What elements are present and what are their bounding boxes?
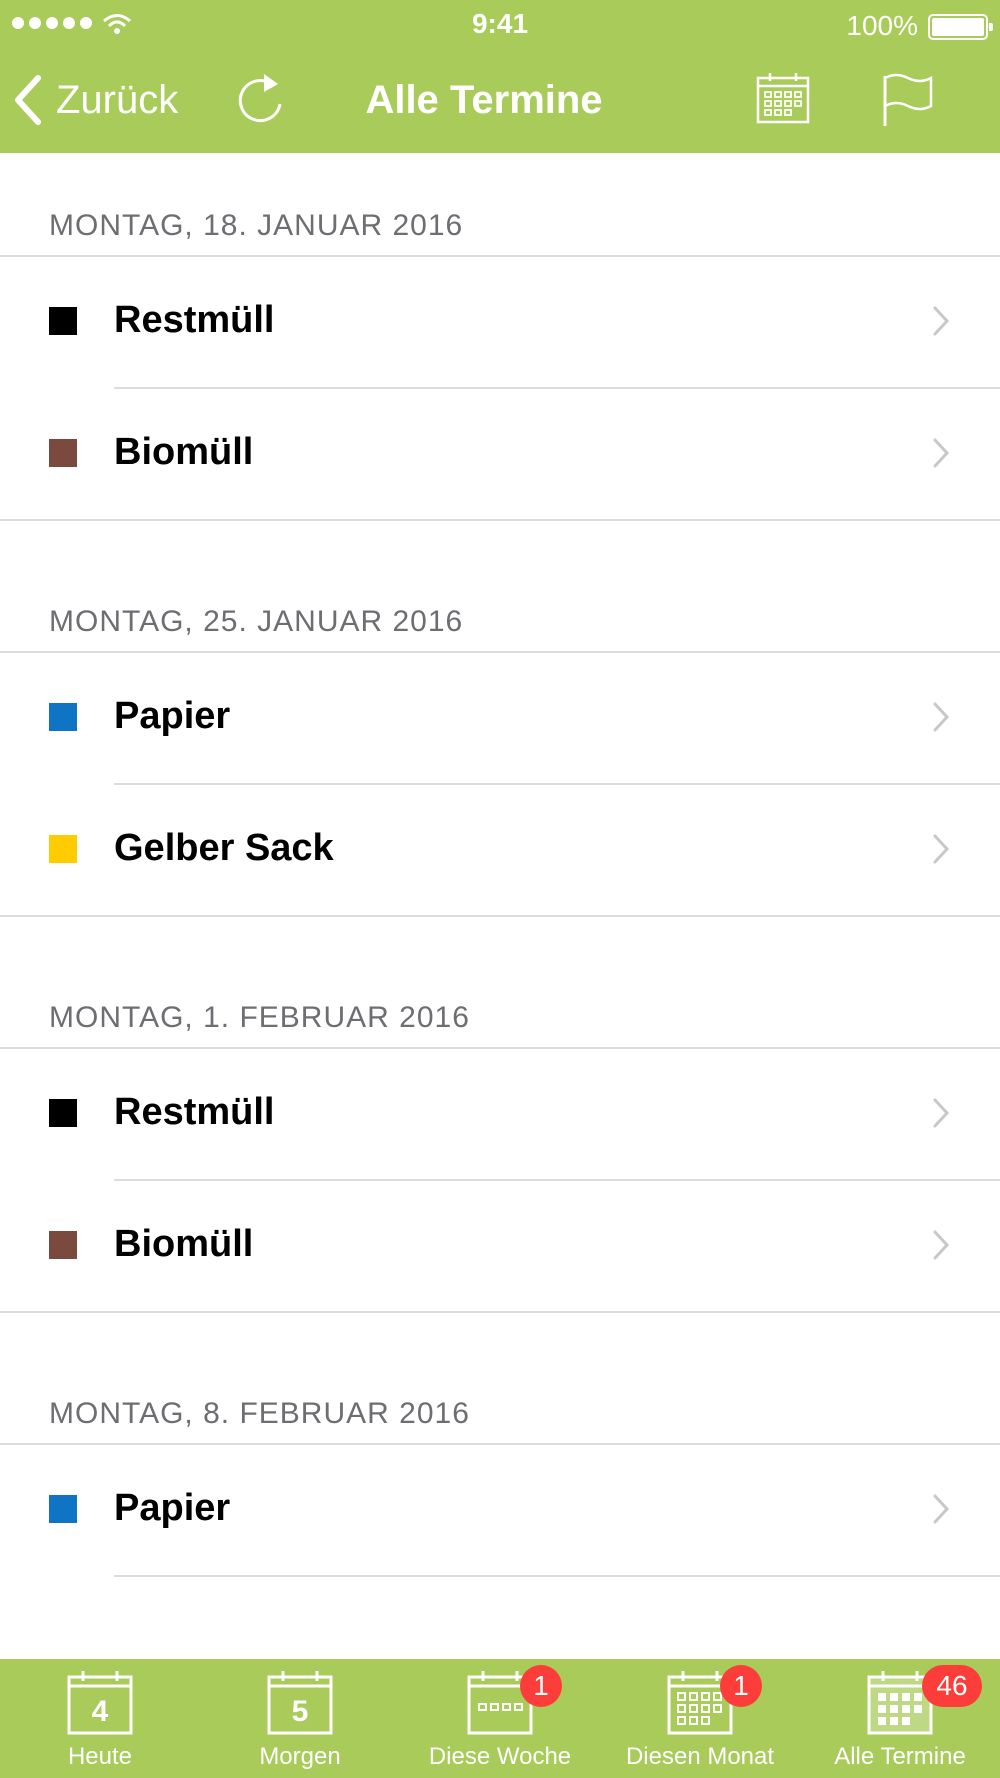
battery-percent: 100%	[846, 10, 918, 41]
flag-icon[interactable]	[880, 72, 934, 128]
section-header: MONTAG, 1. FEBRUAR 2016	[49, 1001, 470, 1034]
calendar-day-icon: 4	[67, 1671, 133, 1735]
tab-heute[interactable]: 4 Heute	[0, 1659, 200, 1778]
chevron-right-icon	[933, 1098, 950, 1128]
navigation-bar: Zurück Alle Termine	[0, 50, 1000, 153]
calendar-icon[interactable]	[756, 72, 810, 124]
color-swatch	[49, 1495, 77, 1523]
section-header: MONTAG, 18. JANUAR 2016	[49, 209, 464, 242]
tab-label: Diese Woche	[428, 1743, 572, 1770]
divider	[0, 1311, 1000, 1313]
battery-icon	[928, 14, 993, 40]
color-swatch	[49, 1099, 77, 1127]
chevron-right-icon	[933, 438, 950, 468]
tab-label: Diesen Monat	[625, 1743, 775, 1770]
list-item-label: Restmüll	[114, 299, 275, 341]
color-swatch	[49, 439, 77, 467]
status-bar: 9:41 100%	[0, 0, 1000, 50]
list-item-label: Biomüll	[114, 1223, 254, 1265]
tab-diesen-monat[interactable]: Diesen Monat 1	[600, 1659, 800, 1778]
tab-bar: 4 Heute 5 Morgen Diese Woche 1 Diesen Monat 1 Al…	[0, 1659, 1000, 1778]
divider	[114, 1575, 1000, 1577]
section-header: MONTAG, 8. FEBRUAR 2016	[49, 1397, 470, 1430]
color-swatch	[49, 307, 77, 335]
tab-day-number: 4	[92, 1695, 109, 1728]
color-swatch	[49, 703, 77, 731]
chevron-right-icon	[933, 1230, 950, 1260]
list-item-label: Papier	[114, 695, 231, 737]
tab-badge: 1	[720, 1665, 762, 1707]
divider	[0, 519, 1000, 521]
list-item-label: Restmüll	[114, 1091, 275, 1133]
calendar-day-icon: 5	[267, 1671, 333, 1735]
list-item[interactable]: Gelber Sack	[0, 785, 1000, 916]
tab-label: Morgen	[259, 1743, 341, 1770]
list-item[interactable]: Restmüll	[0, 1049, 1000, 1180]
color-swatch	[49, 1231, 77, 1259]
list-item-label: Gelber Sack	[114, 827, 334, 869]
list-item-label: Biomüll	[114, 431, 254, 473]
tab-badge: 46	[922, 1665, 982, 1707]
list-item[interactable]: Restmüll	[0, 257, 1000, 388]
chevron-right-icon	[933, 306, 950, 336]
list-item[interactable]: Papier	[0, 653, 1000, 784]
tab-alle-termine[interactable]: Alle Termine 46	[800, 1659, 1000, 1778]
chevron-right-icon	[933, 834, 950, 864]
appointment-list[interactable]: MONTAG, 18. JANUAR 2016 Restmüll Biomüll MO…	[0, 153, 1000, 1659]
color-swatch	[49, 835, 77, 863]
chevron-right-icon	[933, 702, 950, 732]
divider	[0, 915, 1000, 917]
list-item-label: Papier	[114, 1487, 231, 1529]
section-header: MONTAG, 25. JANUAR 2016	[49, 605, 464, 638]
list-item[interactable]: Biomüll	[0, 1181, 1000, 1312]
tab-day-number: 5	[292, 1695, 309, 1728]
list-item[interactable]: Papier	[0, 1445, 1000, 1576]
tab-label: Heute	[67, 1743, 133, 1770]
page-title: Alle Termine	[365, 78, 603, 122]
tab-label: Alle Termine	[834, 1743, 966, 1770]
chevron-right-icon	[933, 1494, 950, 1524]
tab-diese-woche[interactable]: Diese Woche 1	[400, 1659, 600, 1778]
tab-morgen[interactable]: 5 Morgen	[200, 1659, 400, 1778]
tab-badge: 1	[520, 1665, 562, 1707]
list-item[interactable]: Biomüll	[0, 389, 1000, 520]
